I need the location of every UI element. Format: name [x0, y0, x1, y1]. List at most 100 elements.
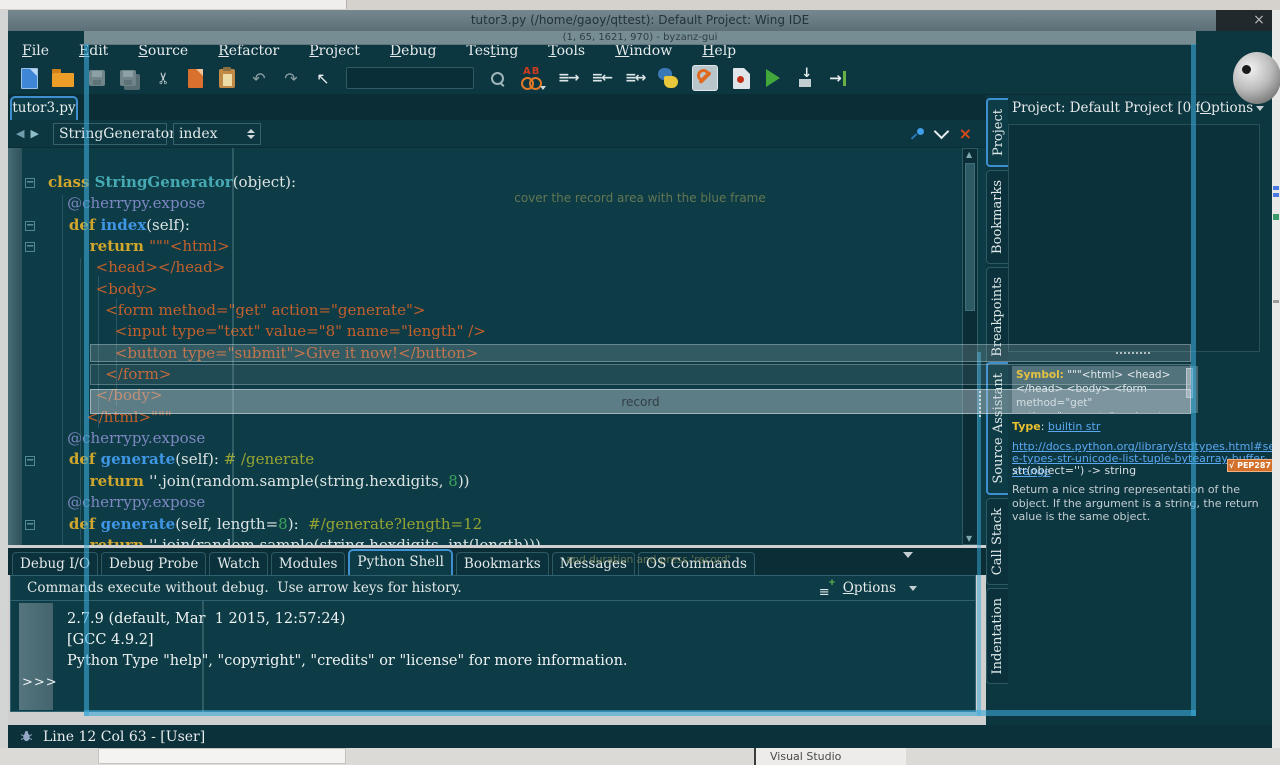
- menu-window[interactable]: Window: [615, 40, 672, 62]
- tab-watch[interactable]: Watch: [209, 552, 267, 575]
- code-line: </body>: [48, 385, 541, 406]
- shell-prompt: >>>: [22, 675, 58, 690]
- code-line: @cherrypy.expose: [48, 193, 541, 214]
- fold-marker-icon[interactable]: −: [25, 242, 35, 252]
- side-tab-breakpoints[interactable]: Breakpoints: [986, 267, 1008, 367]
- code-line: return ''.join(random.sample(string.hexd…: [48, 471, 541, 492]
- symbol-label: Symbol:: [1016, 369, 1064, 381]
- window-titlebar[interactable]: tutor3.py (/home/gaoy/qttest): Default P…: [8, 10, 1272, 31]
- menu-project[interactable]: Project: [309, 40, 360, 62]
- tab-bookmarks[interactable]: Bookmarks: [456, 552, 549, 575]
- side-tab-project[interactable]: Project: [986, 98, 1008, 167]
- open-folder-icon: [52, 73, 74, 87]
- python-shell[interactable]: >>> 2.7.9 (default, Mar 1 2015, 12:57:24…: [10, 601, 976, 712]
- menu-testing[interactable]: Testing: [466, 40, 518, 62]
- copy-button[interactable]: [186, 65, 204, 91]
- editor-vertical-scrollbar[interactable]: ▲ ▼: [962, 148, 978, 545]
- window-title: tutor3.py (/home/gaoy/qttest): Default P…: [471, 13, 809, 27]
- tab-debug-i-o[interactable]: Debug I/O: [12, 552, 98, 575]
- cut-button[interactable]: ✂: [150, 69, 176, 87]
- window-close-button[interactable]: ×: [1246, 11, 1272, 30]
- nav-forward-icon[interactable]: ▶: [30, 127, 38, 140]
- statusbar: Line 12 Col 63 - [User]: [8, 725, 1272, 748]
- panel-splitter-handle[interactable]: [1116, 352, 1150, 354]
- select-pointer-button[interactable]: ↖: [314, 65, 332, 91]
- tab-debug-probe[interactable]: Debug Probe: [101, 552, 206, 575]
- docstring-text: Return a nice string representation of t…: [1012, 483, 1270, 524]
- tab-python-shell[interactable]: Python Shell: [348, 549, 453, 575]
- nav-back-icon[interactable]: ◀: [16, 127, 24, 140]
- save-all-button[interactable]: [120, 65, 140, 91]
- undo-button[interactable]: ↶: [250, 65, 268, 91]
- side-tab-bookmarks[interactable]: Bookmarks: [986, 170, 1008, 264]
- bug-icon[interactable]: [20, 730, 33, 743]
- class-dropdown[interactable]: StringGenerator: [53, 123, 167, 145]
- case-toggle-icon: AB: [520, 66, 544, 90]
- run-button[interactable]: [764, 65, 782, 91]
- menu-refactor[interactable]: Refactor: [218, 40, 279, 62]
- tab-os-commands[interactable]: OS Commands: [638, 552, 755, 575]
- indent-right-button[interactable]: ≡→: [558, 65, 577, 91]
- menu-file[interactable]: File: [22, 40, 49, 62]
- side-tab-indentation[interactable]: Indentation: [986, 588, 1008, 684]
- background-fragment: [1273, 300, 1279, 303]
- editor-tab-tutor3[interactable]: tutor3.py: [10, 96, 78, 120]
- update-file-button[interactable]: ↓: [796, 65, 814, 91]
- side-tabs-bottom: Source Assistant Call Stack Indentation: [986, 362, 1008, 684]
- project-file-tree[interactable]: [1008, 124, 1260, 352]
- fold-marker-icon[interactable]: −: [25, 520, 35, 530]
- search-button[interactable]: [488, 65, 506, 91]
- editor-gutter: [8, 148, 22, 545]
- debug-file-button[interactable]: [732, 65, 750, 91]
- shell-status-message: Commands execute without debug. Use arro…: [11, 580, 462, 596]
- python-icon: [658, 68, 678, 88]
- symbol-scrollbar[interactable]: [1186, 368, 1193, 398]
- tab-modules[interactable]: Modules: [271, 552, 346, 575]
- editor-close-icon[interactable]: ×: [959, 127, 972, 141]
- menu-edit[interactable]: Edit: [79, 40, 108, 62]
- wrench-icon: [692, 65, 718, 91]
- open-file-button[interactable]: [52, 65, 74, 91]
- save-button[interactable]: [88, 65, 106, 91]
- menu-tools[interactable]: Tools: [548, 40, 585, 62]
- paste-button[interactable]: [218, 65, 236, 91]
- scrollbar-thumb[interactable]: [965, 163, 975, 311]
- side-tab-call-stack[interactable]: Call Stack: [986, 498, 1008, 585]
- panel-collapse-icon[interactable]: [903, 552, 913, 558]
- menu-source[interactable]: Source: [138, 40, 188, 62]
- member-dropdown[interactable]: index: [173, 123, 261, 145]
- indent-switch-button[interactable]: ≡↔: [625, 65, 644, 91]
- menu-debug[interactable]: Debug: [390, 40, 437, 62]
- background-window-edge: [0, 0, 347, 9]
- type-link[interactable]: builtin str: [1048, 420, 1100, 433]
- step-into-icon: →: [829, 69, 846, 87]
- scroll-down-icon[interactable]: ▼: [966, 534, 972, 543]
- configure-button[interactable]: [692, 65, 718, 91]
- toolbar-search-input[interactable]: [346, 67, 474, 89]
- scroll-up-icon[interactable]: ▲: [966, 150, 972, 159]
- fold-marker-icon[interactable]: −: [25, 221, 35, 231]
- desktop-orb-widget[interactable]: [1233, 52, 1280, 104]
- new-file-button[interactable]: [20, 65, 38, 91]
- case-toggle-button[interactable]: AB: [520, 65, 544, 91]
- indent-left-button[interactable]: ≡←: [591, 65, 610, 91]
- code-lines: class StringGenerator(object): @cherrypy…: [48, 172, 541, 545]
- tab-messages[interactable]: Messages: [552, 552, 635, 575]
- background-fragment: [1273, 193, 1279, 197]
- menu-help[interactable]: Help: [702, 40, 736, 62]
- shell-options-button[interactable]: Options: [843, 580, 896, 596]
- chevron-down-icon[interactable]: [933, 124, 949, 140]
- code-line: def generate(self, length=8): #/generate…: [48, 514, 541, 535]
- code-line: <input type="text" value="8" name="lengt…: [48, 321, 541, 342]
- side-tab-source-assistant[interactable]: Source Assistant: [986, 362, 1008, 495]
- splitter-pin-icon[interactable]: [912, 128, 924, 140]
- editor-body[interactable]: class StringGenerator(object): @cherrypy…: [8, 148, 986, 545]
- redo-button[interactable]: ↷: [282, 65, 300, 91]
- project-options-button[interactable]: Options: [1200, 100, 1253, 116]
- fold-marker-icon[interactable]: −: [25, 456, 35, 466]
- fold-marker-icon[interactable]: −: [25, 178, 35, 188]
- python-environment-button[interactable]: [658, 65, 678, 91]
- new-prompt-icon[interactable]: ≡+: [819, 581, 833, 595]
- step-into-button[interactable]: →: [828, 65, 846, 91]
- taskbar-item[interactable]: [98, 748, 346, 764]
